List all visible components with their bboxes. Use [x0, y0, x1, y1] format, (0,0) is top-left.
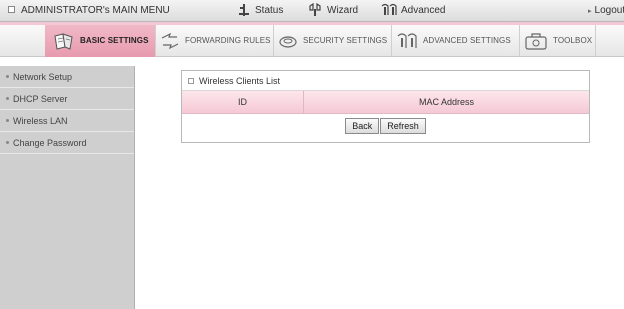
button-row: Back Refresh: [182, 114, 589, 142]
sidebar-item-change-password[interactable]: Change Password: [0, 132, 134, 154]
back-button[interactable]: Back: [345, 118, 380, 134]
sidebar-item-label: Change Password: [13, 138, 87, 148]
status-label: Status: [255, 5, 284, 16]
tab-forwarding-rules[interactable]: FORWARDING RULES: [156, 25, 274, 57]
advanced-menu[interactable]: Advanced: [381, 0, 445, 22]
tab-bar: BASIC SETTINGS FORWARDING RULES SECURITY…: [0, 25, 624, 57]
admin-main-menu[interactable]: ADMINISTRATOR's MAIN MENU: [8, 0, 170, 22]
tab-advanced-settings-label: ADVANCED SETTINGS: [423, 36, 511, 45]
toolbox-icon: [525, 33, 547, 50]
bullet-icon: [6, 119, 9, 123]
tab-advanced-settings[interactable]: ADVANCED SETTINGS: [392, 25, 520, 57]
logout-menu[interactable]: ▸ Logout: [588, 0, 624, 22]
tab-toolbox-label: TOOLBOX: [553, 36, 593, 45]
wizard-menu[interactable]: Wizard: [308, 0, 358, 22]
advanced-label: Advanced: [401, 5, 446, 16]
sidebar: Network Setup DHCP Server Wireless LAN C…: [0, 66, 135, 309]
tab-basic-settings-label: BASIC SETTINGS: [80, 36, 149, 45]
wireless-clients-panel: Wireless Clients List ID MAC Address Bac…: [181, 70, 590, 143]
table-header: ID MAC Address: [182, 91, 589, 114]
column-header-mac-address: MAC Address: [418, 97, 475, 107]
wizard-label: Wizard: [327, 5, 359, 16]
tab-security-settings-label: SECURITY SETTINGS: [303, 36, 388, 45]
book-icon: [54, 33, 73, 50]
refresh-button[interactable]: Refresh: [380, 118, 426, 134]
advanced-icon: [381, 4, 397, 16]
logout-label: Logout: [594, 5, 624, 16]
sidebar-item-label: Wireless LAN: [13, 116, 68, 126]
panel-square-icon: [188, 77, 194, 84]
sidebar-item-dhcp-server[interactable]: DHCP Server: [0, 88, 134, 110]
tab-forwarding-rules-label: FORWARDING RULES: [185, 36, 271, 45]
status-menu[interactable]: Status: [238, 0, 283, 22]
lock-icon: [279, 36, 297, 48]
tab-security-settings[interactable]: SECURITY SETTINGS: [274, 25, 392, 57]
tab-basic-settings[interactable]: BASIC SETTINGS: [45, 25, 156, 57]
sidebar-item-network-setup[interactable]: Network Setup: [0, 66, 134, 88]
column-header-id: ID: [238, 97, 247, 107]
admin-main-menu-label: ADMINISTRATOR's MAIN MENU: [21, 5, 170, 16]
top-menu-bar: ADMINISTRATOR's MAIN MENU Status Wizard …: [0, 0, 624, 22]
panel-title: Wireless Clients List: [182, 71, 589, 91]
arrows-icon: [161, 32, 179, 50]
sidebar-item-label: Network Setup: [13, 72, 73, 82]
bullet-icon: [6, 97, 9, 101]
gear-icon: [397, 33, 417, 48]
status-icon: [239, 4, 249, 17]
bullet-icon: [6, 141, 9, 145]
wizard-icon: [309, 3, 321, 17]
panel-title-label: Wireless Clients List: [199, 76, 281, 86]
menu-square-icon: [8, 5, 15, 13]
sidebar-item-wireless-lan[interactable]: Wireless LAN: [0, 110, 134, 132]
sidebar-item-label: DHCP Server: [13, 94, 68, 104]
chevron-right-icon: ▸: [588, 8, 592, 15]
tab-toolbox[interactable]: TOOLBOX: [520, 25, 596, 57]
bullet-icon: [6, 75, 9, 79]
